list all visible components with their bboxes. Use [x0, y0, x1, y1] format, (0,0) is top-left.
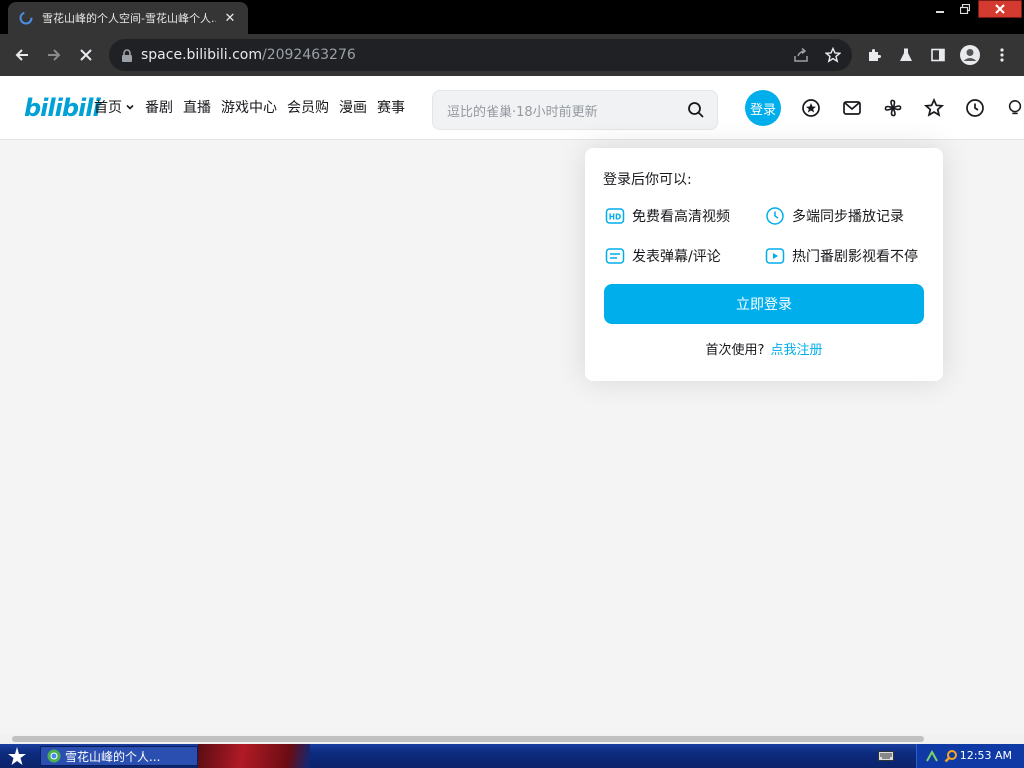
window-restore-button[interactable] [953, 0, 977, 18]
system-tray: 12:53 AM [916, 744, 1024, 768]
nav-item-anime[interactable]: 番剧 [145, 97, 173, 117]
message-mail-icon[interactable] [842, 98, 862, 118]
benefit-danmaku-comment: 发表弹幕/评论 [604, 245, 721, 267]
benefit-label: 免费看高清视频 [632, 209, 730, 225]
benefit-sync-history: 多端同步播放记录 [764, 205, 904, 227]
browser-titlebar: 雪花山峰的个人空间-雪花山峰个人... ✕ [0, 0, 1024, 34]
search-magnifier-icon[interactable] [944, 749, 958, 763]
back-arrow-icon[interactable] [9, 42, 35, 68]
benefit-label: 热门番剧影视看不停 [792, 249, 918, 265]
horizontal-scrollbar[interactable] [0, 734, 1024, 744]
register-line: 首次使用? 点我注册 [585, 339, 943, 358]
benefit-popular-shows: 热门番剧影视看不停 [764, 245, 918, 267]
scrollbar-thumb[interactable] [12, 736, 924, 742]
danmaku-icon [604, 245, 626, 267]
address-bar[interactable]: space.bilibili.com/2092463276 [109, 39, 852, 71]
first-use-text: 首次使用? [705, 343, 765, 358]
login-popover: 登录后你可以: HD 免费看高清视频 多端同步播放记录 发表弹幕/评论 热门番剧… [585, 148, 943, 381]
network-icon[interactable] [925, 749, 939, 763]
lock-icon[interactable] [121, 48, 133, 67]
nav-item-live[interactable]: 直播 [183, 97, 211, 117]
taskbar-chrome-window[interactable]: 雪花山峰的个人... [40, 746, 198, 766]
chevron-down-icon [126, 104, 134, 110]
tab-title: 雪花山峰的个人空间-雪花山峰个人... [42, 12, 216, 25]
stop-loading-icon[interactable] [73, 42, 99, 68]
chrome-icon [47, 749, 61, 763]
hd-icon: HD [604, 205, 626, 227]
search-icon[interactable] [687, 101, 705, 123]
page-content: bilibili 首页 番剧 直播 游戏中心 会员购 漫画 赛事 逗比的雀巢·1… [0, 76, 1024, 744]
taskbar: 雪花山峰的个人... 12:53 AM [0, 744, 1024, 768]
extensions-puzzle-icon[interactable] [861, 42, 887, 68]
labs-flask-icon[interactable] [893, 42, 919, 68]
nav-item-member-shop[interactable]: 会员购 [287, 97, 329, 117]
taskbar-decoration [198, 744, 310, 768]
nav-item-home[interactable]: 首页 [94, 97, 135, 117]
nav-item-esports[interactable]: 赛事 [377, 97, 405, 117]
tab-close-button[interactable]: ✕ [222, 11, 238, 26]
main-nav: 首页 番剧 直播 游戏中心 会员购 漫画 赛事 [94, 97, 415, 117]
search-input[interactable]: 逗比的雀巢·18小时前更新 [447, 101, 598, 120]
forward-arrow-icon[interactable] [41, 42, 67, 68]
dynamics-pinwheel-icon[interactable] [883, 98, 903, 118]
benefit-label: 多端同步播放记录 [792, 209, 904, 225]
register-link[interactable]: 点我注册 [770, 343, 822, 358]
share-icon[interactable] [792, 46, 810, 64]
browser-toolbar: space.bilibili.com/2092463276 [0, 34, 1024, 76]
benefit-hd-video: HD 免费看高清视频 [604, 205, 730, 227]
popover-title: 登录后你可以: [603, 172, 692, 188]
keyboard-icon[interactable] [878, 751, 894, 761]
clock: 12:53 AM [959, 749, 1012, 762]
svg-text:HD: HD [609, 213, 622, 222]
bookmark-star-icon[interactable] [824, 46, 842, 64]
start-button[interactable] [0, 744, 34, 768]
nav-item-manga[interactable]: 漫画 [339, 97, 367, 117]
favorites-star-icon[interactable] [924, 98, 944, 118]
browser-menu-icon[interactable] [989, 42, 1015, 68]
loading-favicon-icon [18, 10, 34, 26]
screen: 雪花山峰的个人空间-雪花山峰个人... ✕ space.bilibili.com… [0, 0, 1024, 768]
history-clock-icon[interactable] [965, 98, 985, 118]
search-box[interactable]: 逗比的雀巢·18小时前更新 [432, 90, 718, 130]
premium-icon[interactable] [801, 98, 821, 118]
browser-tab[interactable]: 雪花山峰的个人空间-雪花山峰个人... ✕ [8, 2, 248, 34]
side-panel-icon[interactable] [925, 42, 951, 68]
profile-avatar-icon[interactable] [957, 42, 983, 68]
site-header: bilibili 首页 番剧 直播 游戏中心 会员购 漫画 赛事 逗比的雀巢·1… [0, 76, 1024, 140]
bilibili-logo[interactable]: bilibili [24, 94, 101, 122]
login-avatar-button[interactable]: 登录 [745, 90, 781, 126]
clock-icon [764, 205, 786, 227]
nav-item-game-center[interactable]: 游戏中心 [221, 97, 277, 117]
benefit-label: 发表弹幕/评论 [632, 249, 721, 265]
creation-bulb-icon[interactable] [1006, 98, 1024, 118]
login-now-button[interactable]: 立即登录 [604, 284, 924, 324]
play-icon [764, 245, 786, 267]
url-text[interactable]: space.bilibili.com/2092463276 [141, 47, 356, 63]
window-close-button[interactable] [978, 0, 1022, 18]
window-minimize-button[interactable] [928, 0, 952, 18]
